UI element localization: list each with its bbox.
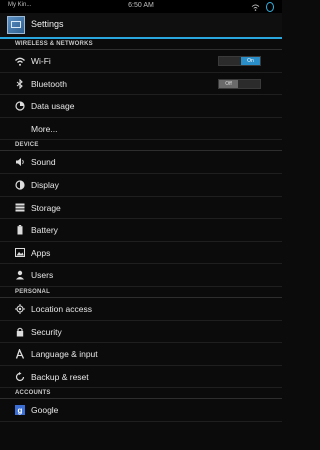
settings-item-label: Wi-Fi (31, 56, 51, 66)
settings-item-security[interactable]: Security (0, 321, 282, 344)
page-title: Settings (31, 19, 64, 29)
settings-item-label: Location access (31, 303, 92, 314)
settings-item-label: Users (31, 270, 54, 281)
settings-item-label: Language & input (31, 349, 98, 360)
settings-item-label: Sound (31, 157, 56, 168)
settings-list: WIRELESS & NETWORKS Wi-Fi On Bluetooth O… (0, 39, 282, 422)
settings-item-bluetooth[interactable]: Bluetooth Off (0, 73, 282, 96)
display-icon (15, 180, 25, 190)
battery-status-icon (266, 2, 274, 12)
settings-item-wifi[interactable]: Wi-Fi On (0, 50, 282, 73)
settings-app-icon[interactable] (7, 16, 25, 34)
lock-icon (15, 327, 25, 337)
section-header-device: DEVICE (0, 140, 282, 152)
settings-item-label: Security (31, 326, 62, 337)
google-icon: g (15, 405, 25, 416)
storage-icon (15, 203, 25, 213)
apps-icon (15, 248, 25, 258)
settings-item-battery[interactable]: Battery (0, 219, 282, 242)
settings-item-more[interactable]: More... (0, 118, 282, 141)
users-icon (15, 270, 25, 280)
settings-item-location-access[interactable]: Location access (0, 298, 282, 321)
settings-item-label: Bluetooth (31, 78, 67, 89)
settings-item-label: Backup & reset (31, 371, 89, 382)
settings-item-google[interactable]: g Google (0, 399, 282, 422)
settings-item-sound[interactable]: Sound (0, 151, 282, 174)
settings-item-storage[interactable]: Storage (0, 197, 282, 220)
settings-item-label: Data usage (31, 101, 75, 112)
bluetooth-icon (15, 78, 25, 89)
settings-item-users[interactable]: Users (0, 264, 282, 287)
settings-item-label: Google (31, 405, 59, 416)
settings-item-label: Apps (31, 247, 51, 258)
settings-item-label: Display (31, 179, 59, 190)
location-icon (15, 303, 25, 314)
status-bar: My Kin... 6:50 AM (0, 0, 282, 13)
svg-text:g: g (18, 406, 23, 415)
status-time: 6:50 AM (128, 2, 154, 9)
bluetooth-toggle-state: Off (219, 79, 238, 88)
section-header-accounts: ACCOUNTS (0, 388, 282, 400)
sound-icon (15, 157, 25, 167)
language-icon (15, 349, 25, 359)
settings-item-label: More... (31, 123, 58, 134)
settings-item-data-usage[interactable]: Data usage (0, 95, 282, 118)
settings-item-label: Storage (31, 202, 61, 213)
section-header-personal: PERSONAL (0, 287, 282, 298)
bluetooth-toggle[interactable]: Off (218, 78, 261, 89)
settings-item-language-input[interactable]: Language & input (0, 343, 282, 366)
settings-item-apps[interactable]: Apps (0, 242, 282, 265)
data-usage-icon (15, 101, 25, 111)
wifi-toggle[interactable]: On (218, 56, 261, 66)
wifi-icon (15, 56, 25, 66)
settings-item-label: Battery (31, 225, 58, 236)
wifi-toggle-state: On (241, 57, 260, 65)
wifi-signal-icon (251, 3, 260, 11)
backup-icon (15, 371, 25, 382)
action-bar: Settings (0, 13, 282, 39)
battery-icon (15, 225, 25, 235)
settings-item-display[interactable]: Display (0, 174, 282, 197)
settings-item-backup-reset[interactable]: Backup & reset (0, 366, 282, 389)
section-header-wireless: WIRELESS & NETWORKS (0, 39, 282, 50)
